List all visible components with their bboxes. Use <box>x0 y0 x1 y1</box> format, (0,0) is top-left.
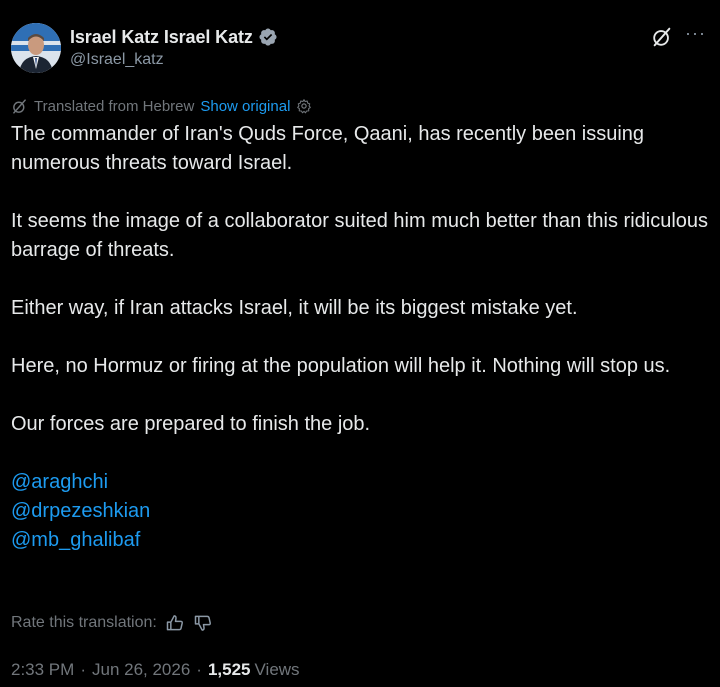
avatar[interactable] <box>11 23 61 73</box>
tweet-paragraph: Either way, if Iran attacks Israel, it w… <box>11 297 578 319</box>
tweet-time[interactable]: 2:33 PM <box>11 660 74 680</box>
tweet-paragraph: Our forces are prepared to finish the jo… <box>11 413 371 435</box>
views-label: Views <box>254 660 300 679</box>
tweet-text: The commander of Iran's Quds Force, Qaan… <box>11 120 711 555</box>
views-count: 1,525 <box>207 660 251 679</box>
author-display-name[interactable]: Israel Katz Israel Katz <box>70 27 253 48</box>
translation-notice-text: Translated from Hebrew <box>34 97 195 115</box>
thumbs-down-icon[interactable] <box>193 613 213 633</box>
author-handle[interactable]: @Israel_katz <box>70 51 164 69</box>
mention-link[interactable]: @drpezeshkian <box>11 497 711 526</box>
mention-link[interactable]: @araghchi <box>11 468 711 497</box>
tweet-date[interactable]: Jun 26, 2026 <box>92 660 190 680</box>
tweet-paragraph: It seems the image of a collaborator sui… <box>11 210 709 261</box>
author-name-row[interactable]: Israel Katz Israel Katz <box>70 25 278 49</box>
grok-icon[interactable] <box>651 26 673 48</box>
verified-badge-icon <box>259 28 277 46</box>
tweet-meta: 2:33 PM · Jun 26, 2026 · 1,525 Views <box>11 659 300 681</box>
meta-separator: · <box>196 660 202 679</box>
mention-link[interactable]: @mb_ghalibaf <box>11 526 711 555</box>
tweet-paragraph: Here, no Hormuz or firing at the populat… <box>11 355 671 377</box>
translate-icon <box>13 98 26 114</box>
rate-translation-label: Rate this translation: <box>11 614 157 631</box>
tweet-paragraph: The commander of Iran's Quds Force, Qaan… <box>11 123 645 174</box>
more-horizontal-icon[interactable]: ··· <box>685 23 706 44</box>
gear-icon[interactable] <box>296 98 312 114</box>
meta-separator: · <box>80 660 86 679</box>
show-original-link[interactable]: Show original <box>200 98 290 115</box>
rate-translation: Rate this translation: <box>11 612 213 634</box>
thumbs-up-icon[interactable] <box>165 613 185 633</box>
translation-notice: Translated from Hebrew Show original <box>11 96 312 116</box>
